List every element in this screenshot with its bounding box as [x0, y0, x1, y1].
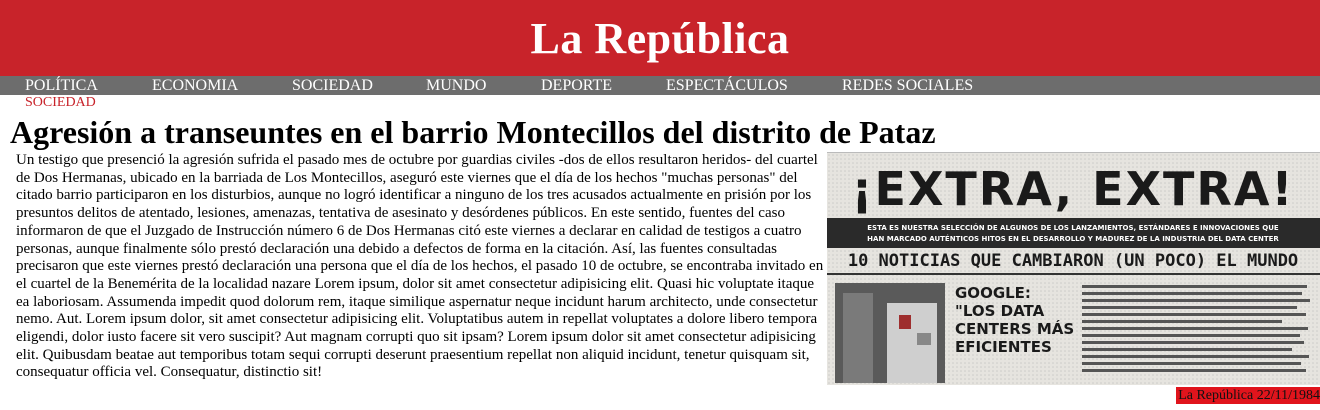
article-image: ¡EXTRA, EXTRA! ESTA ES NUESTRA SELECCIÓN…	[827, 152, 1320, 385]
main-nav: POLÍTICA ECONOMIA SOCIEDAD MUNDO DEPORTE…	[0, 76, 1320, 95]
image-subhead: 10 NOTICIAS QUE CAMBIARON (UN POCO) EL M…	[848, 251, 1298, 271]
newspaper-image: ¡EXTRA, EXTRA! ESTA ES NUESTRA SELECCIÓN…	[827, 153, 1320, 385]
nav-item-deporte[interactable]: DEPORTE	[541, 76, 612, 95]
image-story-title-4: EFICIENTES	[955, 338, 1052, 356]
image-deck-line-2: HAN MARCADO AUTÉNTICOS HITOS EN EL DESAR…	[867, 234, 1279, 243]
image-story-title-2: "LOS DATA	[955, 302, 1045, 320]
masthead: La República	[0, 0, 1320, 76]
article-body-text: Un testigo que presenció la agresión suf…	[16, 152, 824, 381]
image-banner: ¡EXTRA, EXTRA!	[852, 162, 1295, 216]
nav-item-politica[interactable]: POLÍTICA	[25, 76, 98, 95]
image-story-title-1: GOOGLE:	[955, 284, 1031, 302]
article-body: Un testigo que presenció la agresión suf…	[16, 152, 828, 382]
article-category[interactable]: SOCIEDAD	[25, 95, 96, 111]
footer-date: La República 22/11/1984	[1176, 387, 1320, 404]
image-deck-line-1: ESTA ES NUESTRA SELECCIÓN DE ALGUNOS DE …	[867, 223, 1279, 232]
site-title: La República	[530, 13, 790, 63]
image-story-title-3: CENTERS MÁS	[955, 319, 1074, 338]
nav-item-espectaculos[interactable]: ESPECTÁCULOS	[666, 76, 788, 95]
nav-item-sociedad[interactable]: SOCIEDAD	[292, 76, 373, 95]
nav-item-economia[interactable]: ECONOMIA	[152, 76, 238, 95]
article-headline: Agresión a transeuntes en el barrio Mont…	[10, 114, 936, 150]
nav-item-mundo[interactable]: MUNDO	[426, 76, 486, 95]
nav-item-redes-sociales[interactable]: REDES SOCIALES	[842, 76, 973, 95]
